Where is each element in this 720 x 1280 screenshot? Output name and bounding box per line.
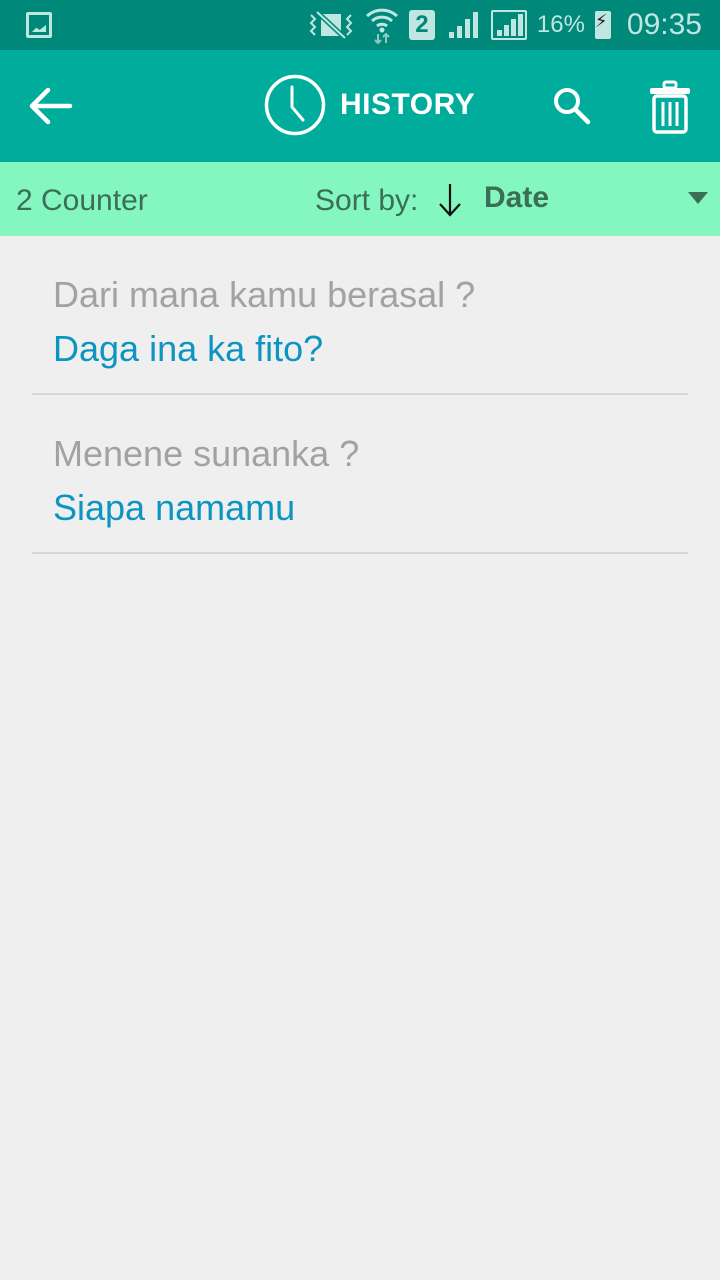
vibrate-mute-icon	[309, 10, 353, 40]
gallery-icon	[26, 12, 52, 38]
history-item[interactable]: Menene sunanka ? Siapa namamu	[32, 395, 688, 554]
history-source-text: Menene sunanka ?	[53, 433, 360, 474]
sort-label: Sort by:	[315, 184, 419, 217]
signal-boxed-icon	[490, 10, 527, 40]
history-item[interactable]: Dari mana kamu berasal ? Daga ina ka fit…	[32, 236, 688, 395]
arrow-left-icon[interactable]	[28, 86, 74, 126]
battery-percent: 16%	[536, 11, 585, 38]
history-list: Dari mana kamu berasal ? Daga ina ka fit…	[0, 236, 720, 554]
dropdown-arrow-icon[interactable]	[688, 192, 708, 204]
history-translation-text: Daga ina ka fito?	[53, 328, 324, 369]
status-time: 09:35	[626, 8, 702, 41]
app-bar: HISTORY	[0, 50, 720, 162]
signal-icon	[445, 10, 481, 40]
clock-icon	[264, 74, 326, 136]
search-icon[interactable]	[552, 86, 592, 126]
sort-direction-arrow-down-icon[interactable]	[436, 182, 464, 218]
history-source-text: Dari mana kamu berasal ?	[53, 274, 476, 315]
page-title: HISTORY	[340, 88, 476, 121]
sim-2-icon: 2	[408, 10, 435, 40]
battery-charging-icon	[594, 11, 611, 39]
status-bar: 2 16% 09:35	[0, 0, 720, 50]
history-translation-text: Siapa namamu	[53, 487, 296, 528]
history-counter: 2 Counter	[16, 184, 148, 217]
sort-bar: 2 Counter Sort by: Date	[0, 162, 720, 236]
title-group: HISTORY	[264, 74, 475, 136]
trash-icon[interactable]	[648, 80, 692, 134]
wifi-icon	[365, 8, 398, 44]
sort-select-value[interactable]: Date	[484, 181, 549, 215]
